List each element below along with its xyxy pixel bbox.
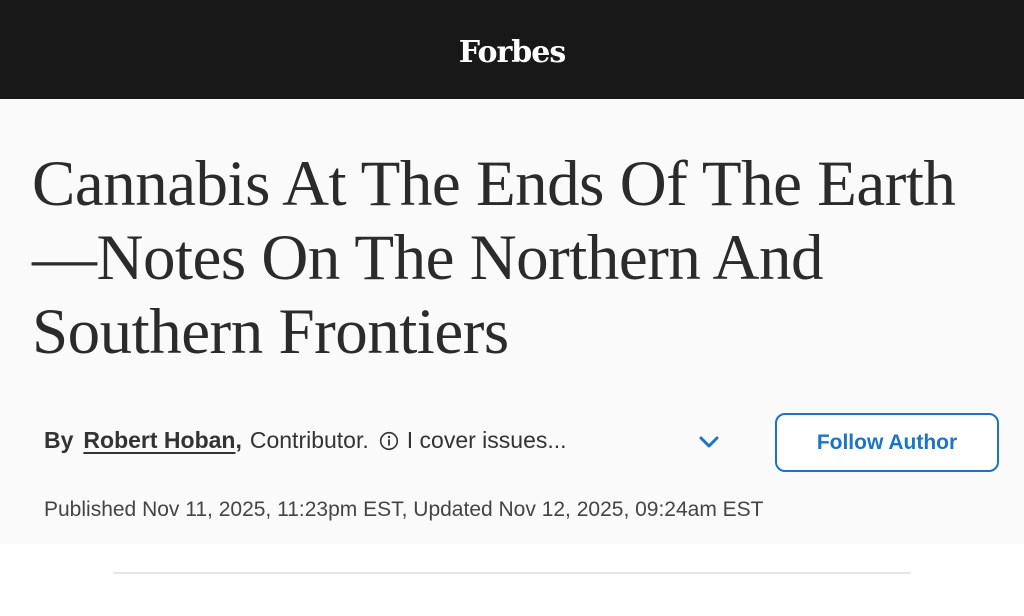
publish-dates: Published Nov 11, 2025, 11:23pm EST, Upd… xyxy=(44,498,764,521)
divider xyxy=(113,572,911,574)
author-role: Contributor. xyxy=(249,427,369,453)
follow-author-button[interactable]: Follow Author xyxy=(775,413,999,472)
article-headline: Cannabis At The Ends Of The Earth—Notes … xyxy=(32,148,956,368)
forbes-logo[interactable]: Forbes xyxy=(459,35,566,70)
author-link[interactable]: Robert Hoban xyxy=(83,427,235,454)
byline-comma: , xyxy=(235,427,242,453)
author-bio-snippet: I cover issues... xyxy=(406,427,567,453)
byline-prefix: By xyxy=(44,427,74,453)
site-header: Forbes xyxy=(0,0,1024,99)
byline: By Robert Hoban , Contributor. I cover i… xyxy=(44,427,567,454)
chevron-down-icon[interactable] xyxy=(696,429,722,455)
info-circle-icon[interactable] xyxy=(379,431,399,451)
article-header: Cannabis At The Ends Of The Earth—Notes … xyxy=(0,99,1024,544)
